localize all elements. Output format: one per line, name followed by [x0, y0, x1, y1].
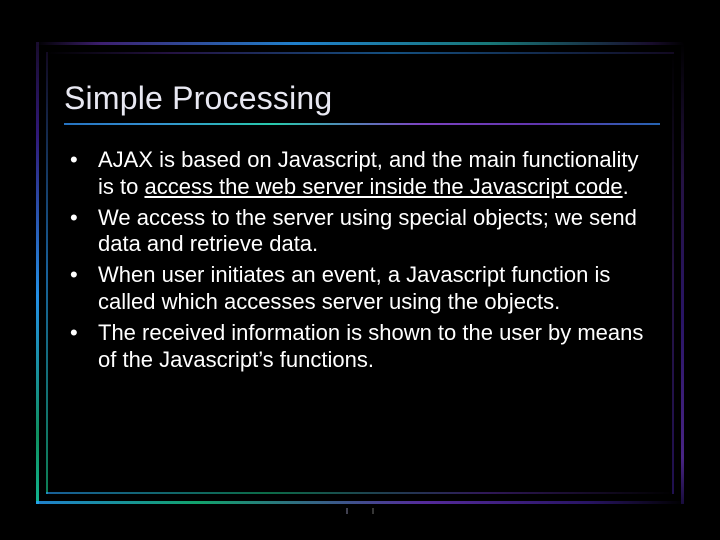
bullet-text-pre: We access to the server using special ob… [98, 205, 637, 257]
frame-ticks [346, 508, 376, 514]
slide-title: Simple Processing [64, 80, 660, 117]
list-item: We access to the server using special ob… [92, 205, 660, 259]
bullet-text-underlined: access the web server inside the Javascr… [144, 174, 622, 199]
list-item: AJAX is based on Javascript, and the mai… [92, 147, 660, 201]
slide-content: Simple Processing AJAX is based on Javas… [64, 80, 660, 378]
bullet-text-post: . [623, 174, 629, 199]
title-underline [64, 123, 660, 125]
list-item: The received information is shown to the… [92, 320, 660, 374]
bullet-text-pre: The received information is shown to the… [98, 320, 643, 372]
list-item: When user initiates an event, a Javascri… [92, 262, 660, 316]
bullet-list: AJAX is based on Javascript, and the mai… [64, 147, 660, 374]
bullet-text-pre: When user initiates an event, a Javascri… [98, 262, 610, 314]
